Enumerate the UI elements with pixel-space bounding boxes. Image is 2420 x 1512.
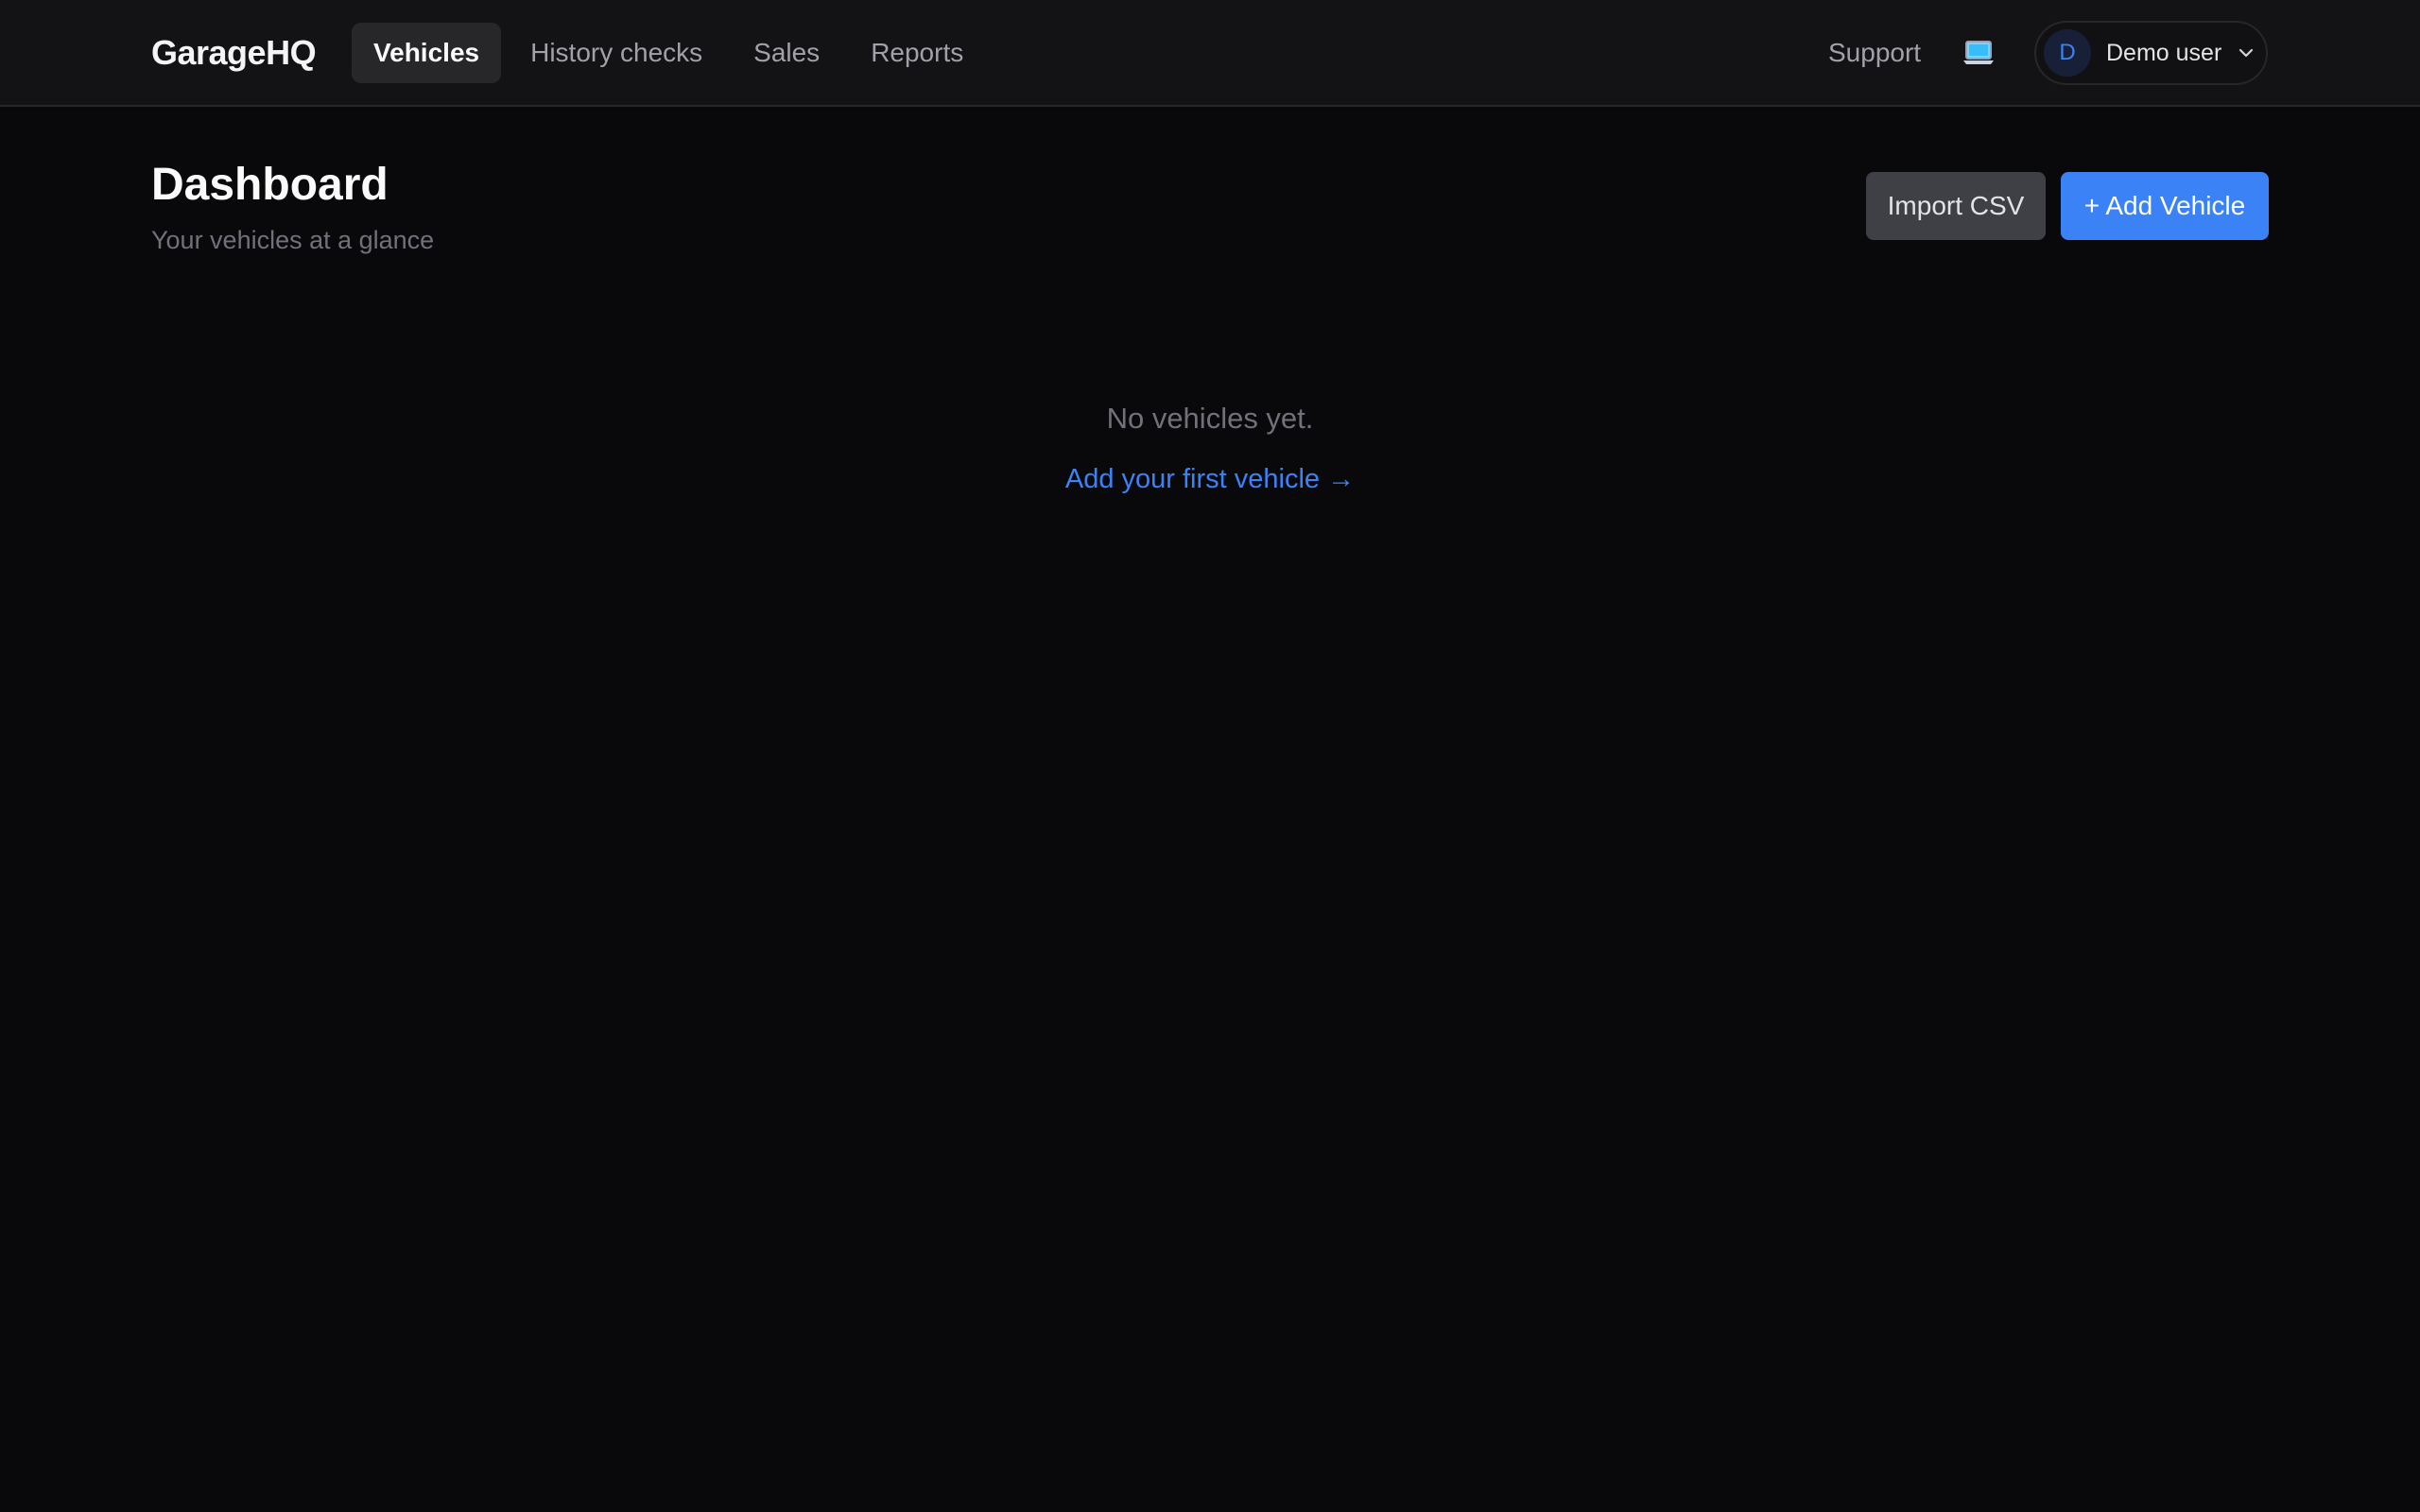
page-title: Dashboard [151,160,389,210]
nav-item-history-checks[interactable]: History checks [509,23,724,83]
nav-item-vehicles[interactable]: Vehicles [352,23,502,83]
brand-logo[interactable]: GarageHQ [151,33,317,73]
user-menu-button[interactable]: D Demo user [2034,21,2268,85]
add-first-vehicle-link[interactable]: Add your first vehicle → [1065,455,1355,503]
page-subtitle: Your vehicles at a glance [151,226,435,254]
import-csv-button[interactable]: Import CSV [1866,172,2046,240]
laptop-icon[interactable] [1962,34,1996,72]
main-nav: Vehicles History checks Sales Reports [352,23,985,83]
support-link[interactable]: Support [1828,38,1921,68]
empty-state-message: No vehicles yet. [1106,402,1314,435]
user-name: Demo user [2106,39,2222,66]
nav-item-sales[interactable]: Sales [732,23,841,83]
add-vehicle-button[interactable]: + Add Vehicle [2061,172,2269,240]
nav-item-reports[interactable]: Reports [849,23,985,83]
empty-state: No vehicles yet. Add your first vehicle … [0,395,2420,503]
avatar: D [2044,29,2091,77]
chevron-down-icon [2239,48,2254,58]
top-navigation-bar: GarageHQ Vehicles History checks Sales R… [0,0,2420,107]
